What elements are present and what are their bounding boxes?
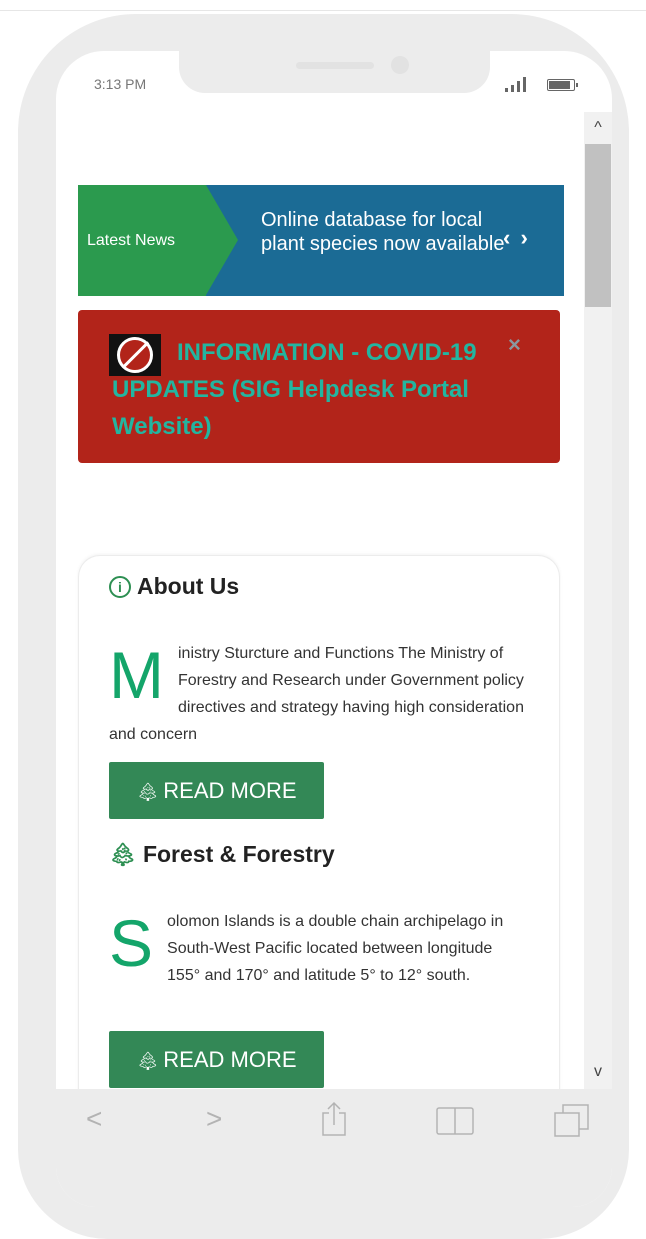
about-heading-text: About Us <box>137 573 240 599</box>
speaker-grille <box>296 62 374 69</box>
content-card: i About Us Ministry Sturcture and Functio… <box>78 555 560 1089</box>
forest-dropcap: S <box>109 906 154 980</box>
front-camera <box>391 56 409 74</box>
about-heading: i About Us <box>109 573 239 600</box>
tabs-icon[interactable] <box>554 1103 590 1137</box>
covid-alert: INFORMATION - COVID-19 UPDATES (SIG Help… <box>78 310 560 463</box>
forest-heading: 🌲︎ Forest & Forestry <box>109 841 335 868</box>
forest-read-more-button[interactable]: 🌲︎ READ MORE <box>109 1031 324 1088</box>
forest-heading-text: Forest & Forestry <box>142 841 335 867</box>
forward-icon[interactable]: > <box>206 1103 222 1135</box>
alert-logo-icon <box>109 334 161 376</box>
scrollbar-thumb[interactable] <box>585 144 611 307</box>
news-ticker: Latest News Online database for local pl… <box>78 185 564 296</box>
status-time: 3:13 PM <box>94 76 147 92</box>
tree-icon: 🌲︎ <box>136 782 160 802</box>
forest-read-more-label: READ MORE <box>163 1047 297 1072</box>
about-body: Ministry Sturcture and Functions The Min… <box>109 640 529 748</box>
scroll-up-icon[interactable]: ^ <box>584 116 612 140</box>
scroll-down-icon[interactable]: v <box>584 1060 612 1084</box>
forest-body-text: olomon Islands is a double chain archipe… <box>167 913 504 984</box>
top-divider <box>0 10 646 11</box>
about-dropcap: M <box>109 638 164 712</box>
signal-icon <box>505 76 535 92</box>
ticker-headline[interactable]: Online database for local plant species … <box>261 208 511 256</box>
ticker-nav: ‹ › <box>503 225 530 251</box>
back-icon[interactable]: < <box>86 1103 102 1135</box>
ticker-next-icon[interactable]: › <box>520 225 529 250</box>
alert-title[interactable]: INFORMATION - COVID-19 UPDATES (SIG Help… <box>112 334 532 445</box>
about-body-text: inistry Sturcture and Functions The Mini… <box>109 645 524 743</box>
ticker-arrow-shape <box>206 185 238 295</box>
ticker-prev-icon[interactable]: ‹ <box>503 225 512 250</box>
forest-body: Solomon Islands is a double chain archip… <box>109 908 529 989</box>
about-read-more-label: READ MORE <box>163 778 297 803</box>
ticker-label: Latest News <box>78 185 206 296</box>
phone-notch <box>179 51 490 93</box>
share-icon[interactable] <box>319 1101 349 1137</box>
close-icon[interactable]: × <box>508 332 521 358</box>
browser-toolbar: < > <box>56 1089 612 1207</box>
battery-icon <box>547 79 578 91</box>
tree-icon: 🌲︎ <box>136 1051 160 1071</box>
bookmarks-icon[interactable] <box>436 1107 474 1135</box>
web-page: Latest News Online database for local pl… <box>56 112 584 1089</box>
about-read-more-button[interactable]: 🌲︎ READ MORE <box>109 762 324 819</box>
info-circle-icon: i <box>109 576 131 598</box>
tree-icon: 🌲︎ <box>109 842 137 867</box>
